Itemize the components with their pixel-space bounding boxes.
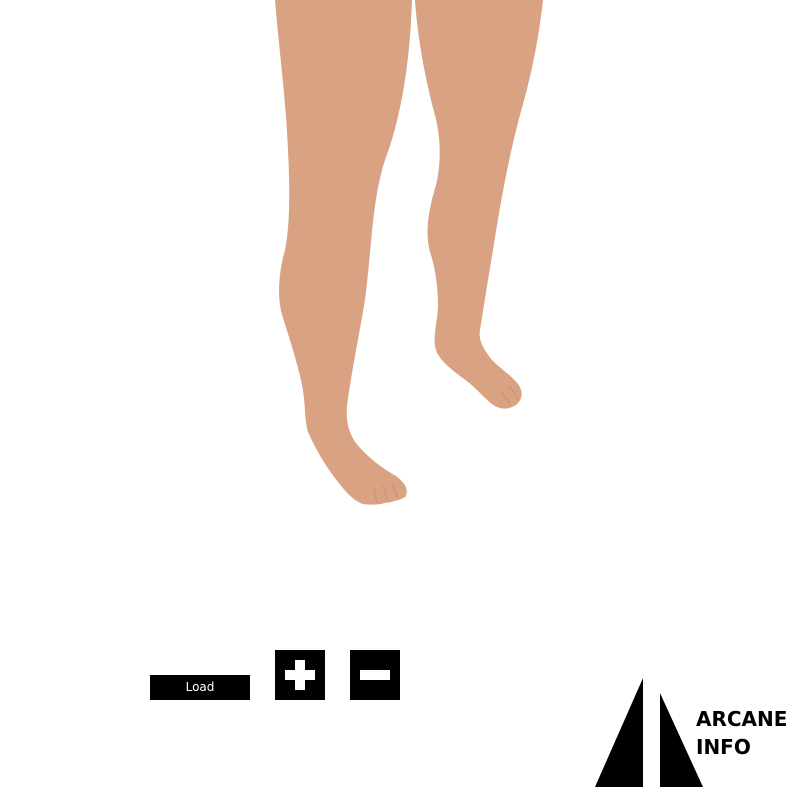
right-leg: [415, 0, 543, 409]
arcane-info-logo: ARCANE INFO: [590, 675, 800, 795]
zoom-in-button[interactable]: [275, 650, 325, 700]
load-button[interactable]: Load: [150, 675, 250, 700]
minus-icon: [360, 670, 390, 680]
left-leg: [275, 0, 412, 505]
logo-text-line2: INFO: [696, 735, 751, 759]
sail-logo-icon: [595, 678, 703, 787]
zoom-out-button[interactable]: [350, 650, 400, 700]
logo-text-line1: ARCANE: [696, 707, 788, 731]
plus-icon: [285, 660, 315, 690]
model-viewer[interactable]: Load ARCANE INFO: [0, 0, 800, 800]
logo-text: ARCANE INFO: [696, 705, 787, 761]
